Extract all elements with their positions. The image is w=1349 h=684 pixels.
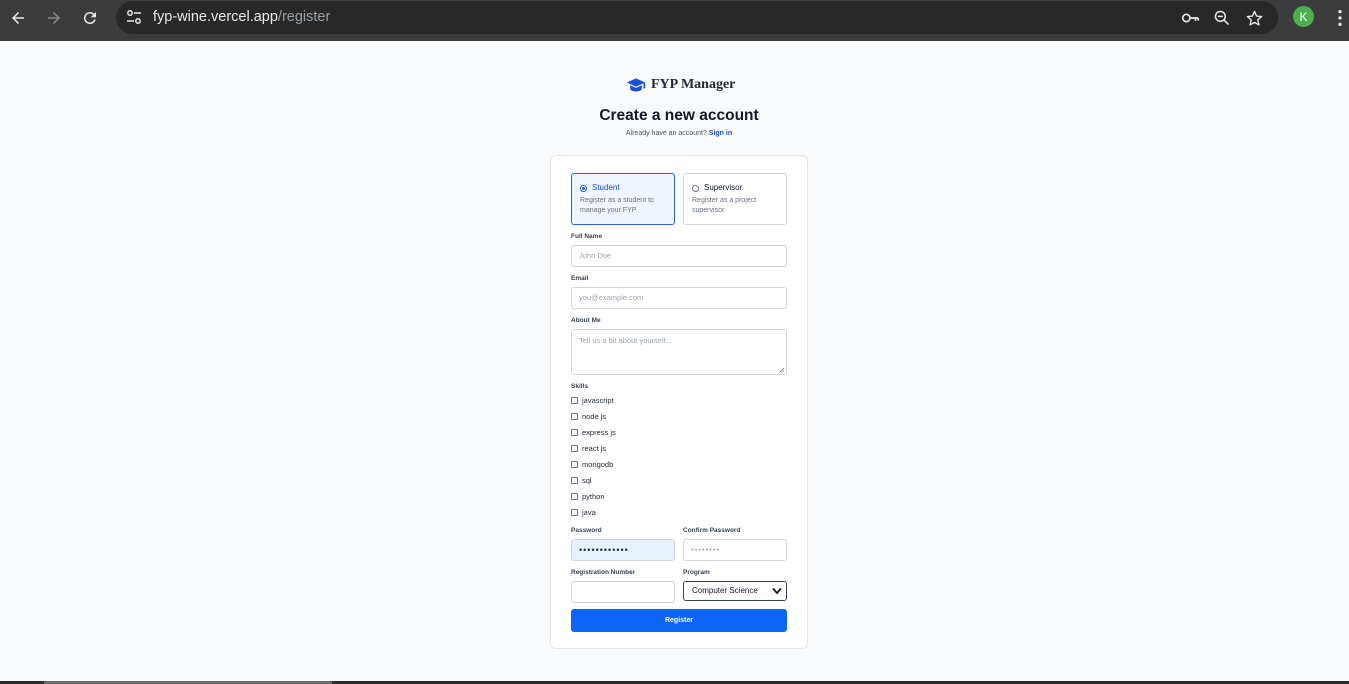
skill-checkbox[interactable] xyxy=(571,396,578,404)
site-settings-icon[interactable] xyxy=(124,7,144,27)
skill-label: node js xyxy=(582,411,607,421)
email-label: Email xyxy=(571,275,589,282)
skill-option[interactable]: mongodb xyxy=(571,458,613,470)
role-title-supervisor: Supervisor xyxy=(704,183,743,192)
reload-icon[interactable] xyxy=(78,6,102,30)
skill-option[interactable]: javascript xyxy=(571,394,614,406)
address-bar[interactable]: fyp-wine.vercel.app/register xyxy=(116,1,1278,34)
chevron-down-icon xyxy=(772,587,782,595)
zoom-icon[interactable] xyxy=(1211,7,1233,29)
student-radio[interactable] xyxy=(580,185,587,192)
confirm-password-input[interactable]: •••••••• xyxy=(683,539,787,561)
about-placeholder: Tell us a bit about yourself... xyxy=(579,336,672,345)
forward-arrow-icon[interactable] xyxy=(42,6,66,30)
about-textarea[interactable]: Tell us a bit about yourself... xyxy=(571,329,787,375)
role-desc-supervisor: Register as a project supervisor xyxy=(692,197,757,214)
role-option-student[interactable]: Student Register as a student to manage … xyxy=(571,173,675,225)
skill-checkbox[interactable] xyxy=(571,444,578,452)
password-key-icon[interactable] xyxy=(1179,7,1201,29)
registration-number-input[interactable] xyxy=(571,581,675,603)
skill-option[interactable]: react js xyxy=(571,442,606,454)
program-selected-value: Computer Science xyxy=(692,586,758,595)
skill-checkbox[interactable] xyxy=(571,492,578,500)
skill-option[interactable]: python xyxy=(571,490,605,502)
skill-checkbox[interactable] xyxy=(571,460,578,468)
role-option-supervisor[interactable]: Supervisor Register as a project supervi… xyxy=(683,173,787,225)
skill-label: java xyxy=(582,507,596,517)
skill-checkbox[interactable] xyxy=(571,508,578,516)
skill-checkbox[interactable] xyxy=(571,476,578,484)
profile-avatar[interactable]: K xyxy=(1293,6,1314,27)
brand-logo: FYP Manager xyxy=(626,77,735,93)
brand-name: FYP Manager xyxy=(651,77,736,92)
registration-number-label: Registration Number xyxy=(571,569,636,576)
signin-prompt-text: Already have an account? xyxy=(625,130,707,137)
skill-option[interactable]: express js xyxy=(571,426,616,438)
about-label: About Me xyxy=(571,317,601,324)
skill-label: express js xyxy=(582,427,616,437)
skill-label: mongodb xyxy=(582,459,614,469)
skill-checkbox[interactable] xyxy=(571,412,578,420)
full-name-label: Full Name xyxy=(571,233,603,240)
graduation-cap-icon xyxy=(626,78,646,92)
skill-option[interactable]: java xyxy=(571,506,596,518)
signin-link[interactable]: Sign in xyxy=(709,130,732,137)
program-label: Program xyxy=(683,569,710,576)
skill-option[interactable]: sql xyxy=(571,474,592,486)
skill-label: javascript xyxy=(582,395,614,405)
skill-checkbox[interactable] xyxy=(571,428,578,436)
url-host: fyp-wine.vercel.app xyxy=(153,9,278,25)
skills-label: Skills xyxy=(571,383,588,390)
resize-grip-icon[interactable] xyxy=(779,367,785,373)
email-input[interactable]: you@example.com xyxy=(571,287,787,309)
url-text: fyp-wine.vercel.app/register xyxy=(153,9,330,25)
browser-toolbar: fyp-wine.vercel.app/register K xyxy=(0,0,1349,41)
skill-label: sql xyxy=(582,475,592,485)
role-title-student: Student xyxy=(592,183,620,192)
confirm-password-label: Confirm Password xyxy=(683,527,741,534)
more-menu-icon[interactable] xyxy=(1329,7,1349,29)
password-label: Password xyxy=(571,527,602,534)
bookmark-star-icon[interactable] xyxy=(1243,7,1265,29)
register-form-card: Student Register as a student to manage … xyxy=(550,155,808,649)
full-name-input[interactable]: John Doe xyxy=(571,245,787,267)
program-select[interactable]: Computer Science xyxy=(683,581,787,601)
skill-option[interactable]: node js xyxy=(571,410,606,422)
page-title: Create a new account xyxy=(599,107,759,124)
register-button[interactable]: Register xyxy=(571,609,787,632)
supervisor-radio[interactable] xyxy=(692,185,699,192)
password-input[interactable]: •••••••••••• xyxy=(571,539,675,561)
skill-label: python xyxy=(582,491,605,501)
signin-prompt: Already have an account? Sign in xyxy=(0,130,1349,137)
role-desc-student: Register as a student to manage your FYP xyxy=(580,197,654,214)
back-arrow-icon[interactable] xyxy=(6,6,30,30)
skill-label: react js xyxy=(582,443,607,453)
url-path: /register xyxy=(277,9,331,25)
